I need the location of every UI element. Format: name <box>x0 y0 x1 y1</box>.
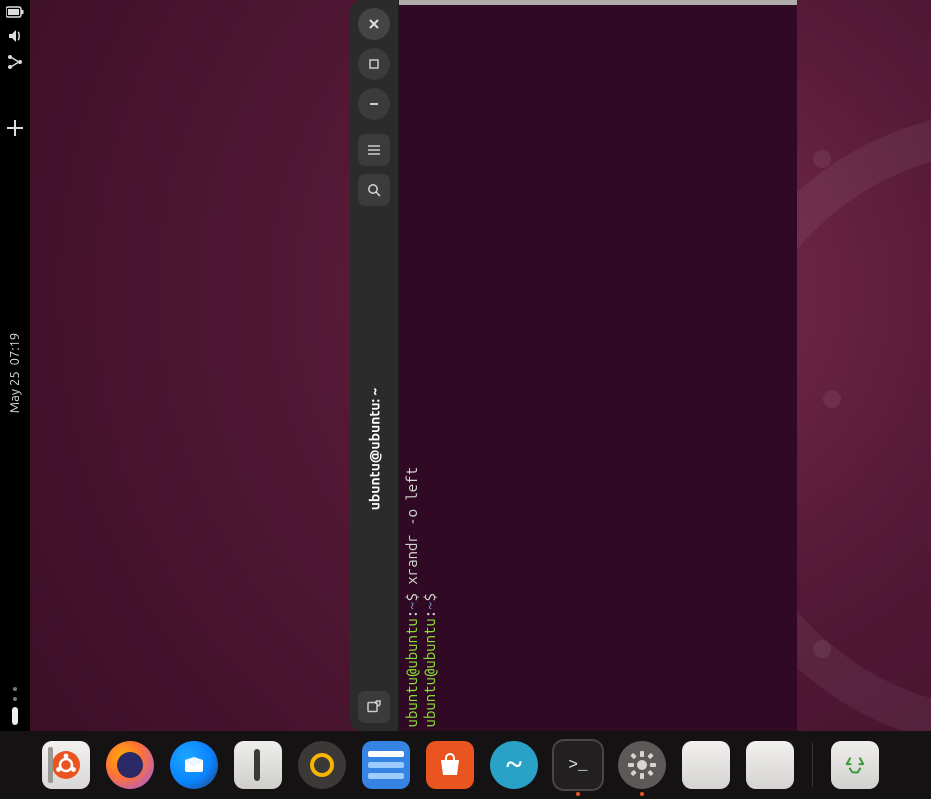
search-button[interactable] <box>358 174 390 206</box>
maximize-button[interactable] <box>358 48 390 80</box>
dock-item-help[interactable]: ~ <box>490 741 538 789</box>
time-label: 07:19 <box>8 332 22 365</box>
ubuntu-logo-icon <box>51 750 81 780</box>
terminal-headerbar: ubuntu@ubuntu: ~ <box>350 0 399 731</box>
dock-item-files[interactable] <box>234 741 282 789</box>
minimize-button[interactable] <box>358 88 390 120</box>
dock-item-trash[interactable] <box>831 741 879 789</box>
dock-item-terminal[interactable] <box>554 741 602 789</box>
activities-button[interactable] <box>0 687 30 725</box>
dock-item-todo[interactable] <box>362 741 410 789</box>
input-source-icon[interactable] <box>7 120 23 136</box>
recycle-icon <box>844 754 866 776</box>
dock-item-rhythmbox[interactable] <box>298 741 346 789</box>
dock-item-removable-disk[interactable] <box>746 741 794 789</box>
dock-item-ubuntu-software[interactable] <box>426 741 474 789</box>
date-label: May 25 <box>8 371 22 413</box>
terminal-scrollbar[interactable] <box>399 0 797 5</box>
new-tab-button[interactable] <box>358 691 390 723</box>
terminal-line: ubuntu@ubuntu:~$ xrandr -o left <box>403 467 420 727</box>
firefox-icon <box>117 752 143 778</box>
network-icon[interactable] <box>7 54 23 70</box>
dock-item-thunderbird[interactable] <box>170 741 218 789</box>
thunderbird-icon <box>182 753 206 777</box>
dock-item-settings[interactable] <box>618 741 666 789</box>
dock-item-firefox[interactable] <box>106 741 154 789</box>
close-button[interactable] <box>358 8 390 40</box>
dock-item-install-ubuntu[interactable] <box>42 741 90 789</box>
dock-separator <box>812 743 813 787</box>
gear-icon <box>626 749 658 781</box>
terminal-output: ubuntu@ubuntu:~$ xrandr -o left ubuntu@u… <box>403 467 438 727</box>
terminal-body[interactable]: ubuntu@ubuntu:~$ xrandr -o left ubuntu@u… <box>399 0 797 731</box>
battery-icon[interactable] <box>6 6 24 18</box>
dock: ~ <box>0 731 931 799</box>
volume-icon[interactable] <box>7 28 23 44</box>
terminal-line: ubuntu@ubuntu:~$ <box>421 467 438 727</box>
hamburger-menu-button[interactable] <box>358 134 390 166</box>
terminal-window: ubuntu@ubuntu: ~ ubuntu@ubuntu:~$ xrandr… <box>350 0 797 731</box>
gnome-top-bar: May 25 07:19 <box>0 0 30 731</box>
shopping-bag-icon <box>435 750 465 780</box>
clock[interactable]: May 25 07:19 <box>8 332 22 412</box>
dock-item-removable-disk[interactable] <box>682 741 730 789</box>
